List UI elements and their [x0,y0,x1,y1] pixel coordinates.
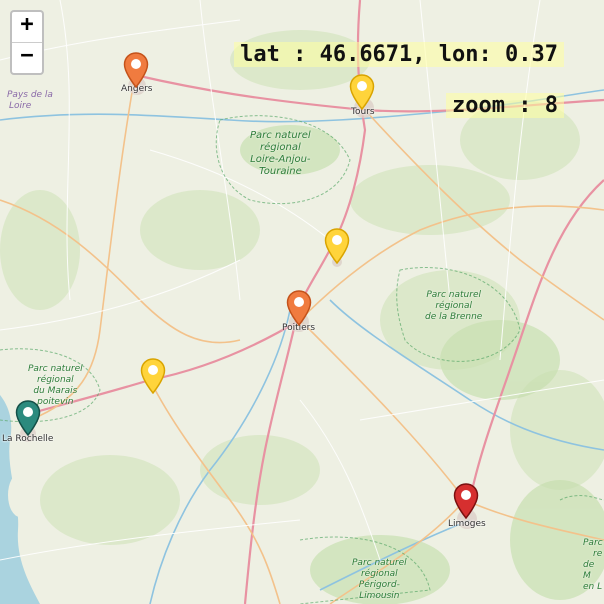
region-label-pays-de-la-loire: Pays de la Loire [7,90,53,111]
park-loire-anjou-touraine: Parc naturel régional Loire-Anjou- Tourain… [250,130,311,177]
tours-marker[interactable] [349,74,375,110]
coordinates-readout: lat : 46.6671, lon: 0.37 [234,42,564,67]
angers-marker[interactable] [123,52,149,88]
map-canvas[interactable]: Pays de la Loire Angers Tours Poitiers La… [0,0,604,604]
niort-marker[interactable] [140,358,166,394]
park-perigord-limousin: Parc naturel régional Périgord- Limousin [352,558,407,601]
zoom-level-readout: zoom : 8 [446,93,564,118]
zoom-control: + − [10,10,44,75]
zoom-out-button[interactable]: − [12,42,42,73]
place-limoges: Limoges [448,519,486,529]
zoom-in-button[interactable]: + [12,12,42,42]
poitiers-marker[interactable] [286,290,312,326]
park-brenne: Parc naturel régional de la Brenne [425,290,483,322]
chatellerault-marker[interactable] [324,228,350,264]
la-rochelle-marker[interactable] [15,400,41,436]
park-east-partial: Parc re de Men L [583,538,603,592]
limoges-marker[interactable] [453,483,479,519]
